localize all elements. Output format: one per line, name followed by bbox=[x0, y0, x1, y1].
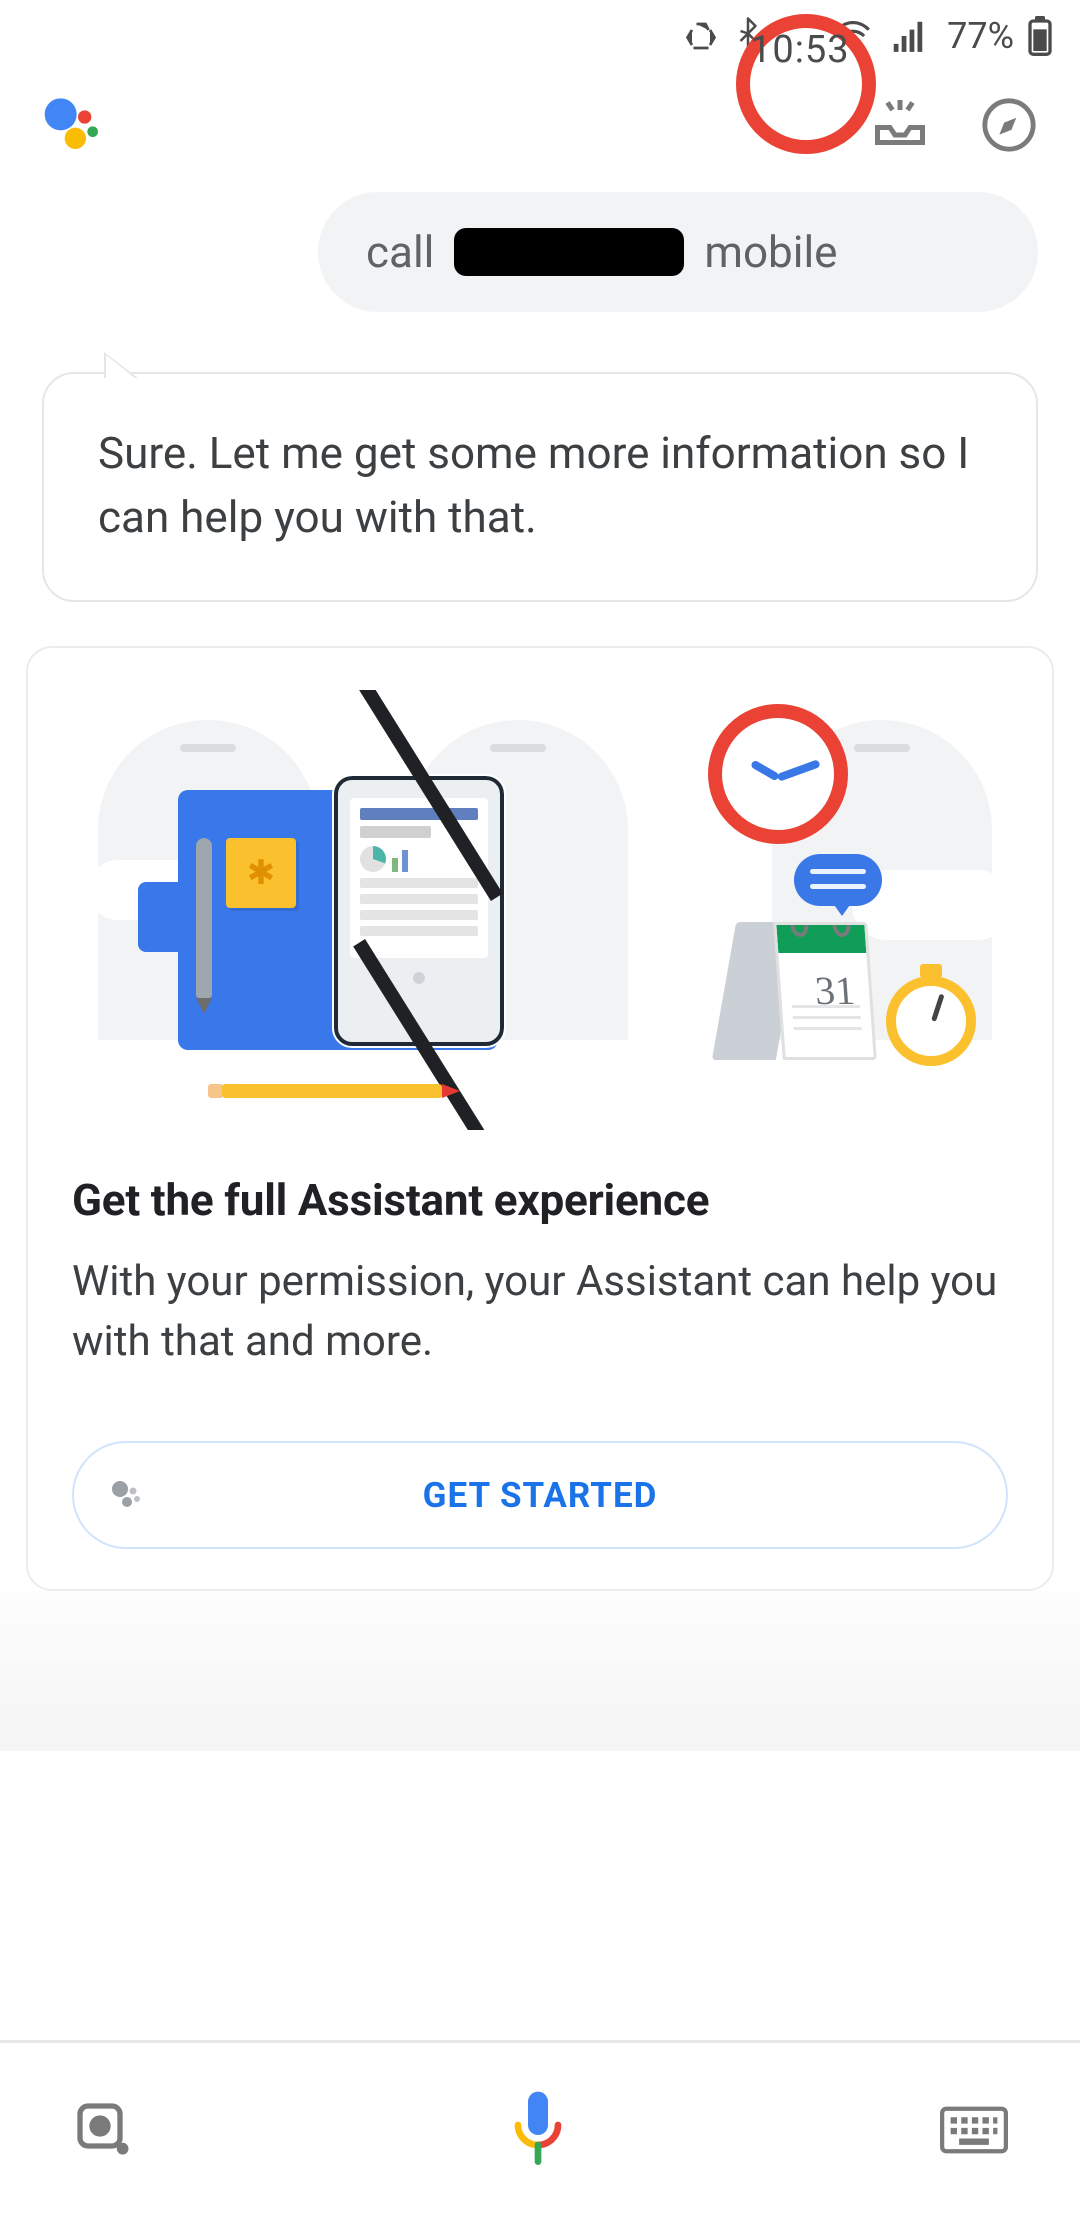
calendar-date: 31 bbox=[813, 967, 856, 1014]
assistant-permission-card: ✱ 31 bbox=[26, 646, 1054, 1592]
calendar-graphic: 31 bbox=[724, 912, 872, 1060]
assistant-logo-icon bbox=[42, 93, 106, 161]
card-illustration: ✱ 31 bbox=[28, 690, 1052, 1130]
assistant-message-bubble: Sure. Let me get some more information s… bbox=[42, 372, 1038, 602]
scroll-fade bbox=[0, 1591, 1080, 1751]
recycle-icon bbox=[683, 18, 719, 54]
mic-button[interactable] bbox=[498, 2085, 578, 2179]
redacted-name bbox=[454, 228, 684, 276]
clock-graphic bbox=[708, 704, 848, 844]
conversation-area: call mobile Sure. Let me get some more i… bbox=[0, 182, 1080, 602]
get-started-button[interactable]: GET STARTED bbox=[72, 1441, 1008, 1549]
get-started-label: GET STARTED bbox=[423, 1475, 658, 1516]
user-message-bubble[interactable]: call mobile bbox=[318, 192, 1038, 312]
app-header bbox=[0, 72, 1080, 182]
assistant-message-text: Sure. Let me get some more information s… bbox=[98, 427, 969, 543]
status-clock: 10:53 bbox=[736, 14, 876, 154]
user-message-suffix: mobile bbox=[704, 226, 837, 278]
chat-bubble-graphic bbox=[794, 854, 882, 906]
keyboard-icon[interactable] bbox=[940, 2104, 1008, 2160]
card-body: With your permission, your Assistant can… bbox=[72, 1252, 1008, 1374]
notebook-graphic: ✱ bbox=[178, 790, 498, 1050]
battery-icon bbox=[1028, 16, 1052, 56]
explore-icon[interactable] bbox=[980, 96, 1038, 158]
bottom-input-bar bbox=[0, 2040, 1080, 2220]
inbox-updates-icon[interactable] bbox=[870, 95, 930, 159]
status-bar: 77% 10:53 bbox=[0, 0, 1080, 72]
status-icons: 77% 10:53 bbox=[683, 15, 1052, 57]
lens-icon[interactable] bbox=[72, 2098, 136, 2166]
assistant-mini-icon bbox=[108, 1475, 148, 1515]
stopwatch-graphic bbox=[886, 976, 976, 1066]
user-message-prefix: call bbox=[366, 226, 434, 278]
card-title: Get the full Assistant experience bbox=[72, 1174, 1008, 1226]
signal-icon bbox=[889, 17, 927, 55]
battery-percent: 77% bbox=[947, 15, 1014, 57]
